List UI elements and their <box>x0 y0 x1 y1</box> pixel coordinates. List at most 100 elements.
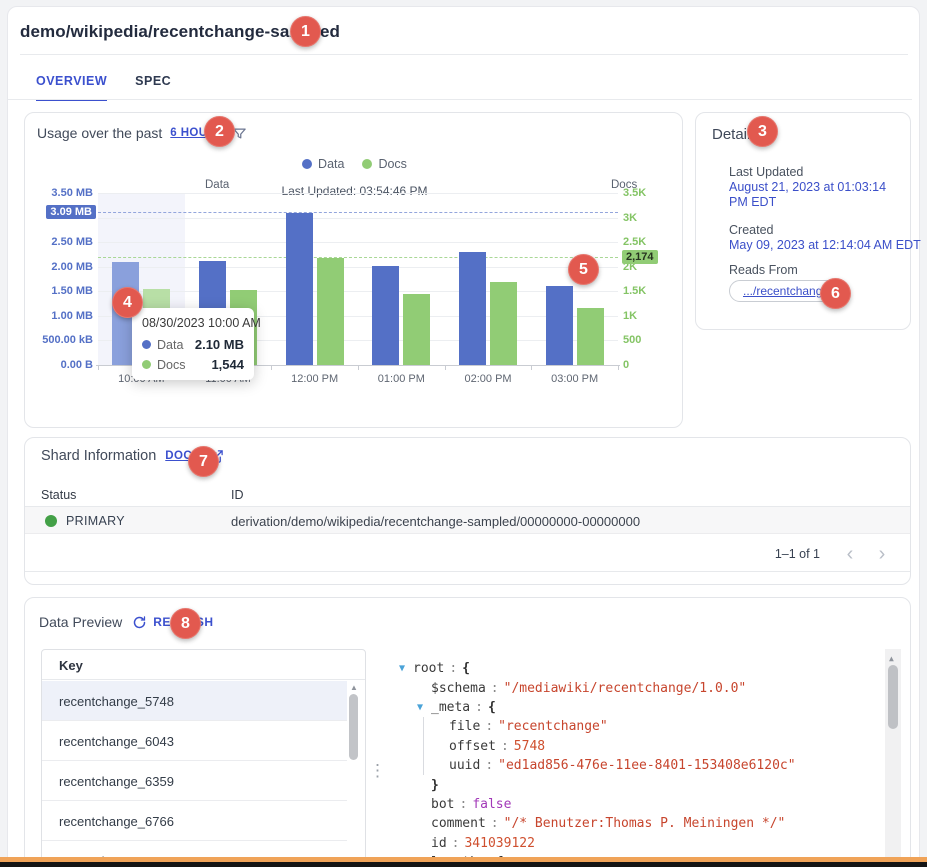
json-key: bot <box>431 797 454 812</box>
shard-title: Shard Information <box>41 448 156 464</box>
annotation-badge-4: 4 <box>112 287 143 318</box>
bar-data-4[interactable] <box>372 266 399 365</box>
tooltip-series-label: Data <box>157 338 183 352</box>
x-axis-tick <box>618 365 619 370</box>
json-value-string: "recentchange" <box>498 719 608 734</box>
key-row[interactable]: recentchange_6043 <box>42 721 347 761</box>
key-column-header: Key <box>59 658 83 673</box>
json-value-number: 5748 <box>514 739 545 754</box>
preview-title: Data Preview <box>39 614 122 630</box>
right-axis-tick: 1K <box>623 310 637 322</box>
key-label: recentchange_5748 <box>59 694 174 709</box>
annotation-badge-8: 8 <box>170 608 201 639</box>
scroll-up-icon[interactable]: ▲ <box>350 683 358 692</box>
collapse-arrow-icon[interactable]: ▼ <box>417 702 431 713</box>
key-list-scrollbar[interactable] <box>349 694 358 760</box>
left-axis-tick: 0.00 B <box>33 359 93 371</box>
bar-docs-4[interactable] <box>403 294 430 365</box>
chart-tooltip: 08/30/2023 10:00 AM Data2.10 MBDocs1,544 <box>132 308 254 380</box>
json-colon: : <box>444 661 462 676</box>
key-label: recentchange_6766 <box>59 814 174 829</box>
column-header-status: Status <box>41 488 76 502</box>
chart-tooltip-rows: Data 2.10 MB Docs 1,544 <box>142 337 244 372</box>
tooltip-series-dot <box>142 340 151 349</box>
shard-id: derivation/demo/wikipedia/recentchange-s… <box>231 514 640 529</box>
tooltip-series-dot <box>142 360 151 369</box>
json-key: comment <box>431 816 486 831</box>
annotation-badge-3: 3 <box>747 116 778 147</box>
left-axis-tick: 3.50 MB <box>33 187 93 199</box>
key-row[interactable]: recentchange_5748 <box>42 681 347 721</box>
bar-data-5[interactable] <box>459 252 486 365</box>
bar-data-6[interactable] <box>546 286 573 365</box>
json-colon: : <box>480 719 498 734</box>
json-close-brace: } <box>431 778 439 793</box>
created-value: May 09, 2023 at 12:14:04 AM EDT <box>729 238 921 253</box>
docs-marker-chip: 2,174 <box>622 250 658 264</box>
details-card: Details Last Updated August 21, 2023 at … <box>695 112 911 330</box>
json-key: _meta <box>431 700 470 715</box>
json-indent-guide <box>423 717 424 736</box>
tooltip-series-value: 1,544 <box>211 357 244 372</box>
annotation-badge-5: 5 <box>568 254 599 285</box>
json-value-boolean: false <box>472 797 511 812</box>
json-colon: : <box>486 681 504 696</box>
json-tree: ▼root:{$schema:"/mediawiki/recentchange/… <box>393 659 877 867</box>
tabs-divider <box>8 99 912 100</box>
left-axis-tick: 500.00 kB <box>33 334 93 346</box>
key-label: recentchange_6359 <box>59 774 174 789</box>
page: demo/wikipedia/recentchange-sampled OVER… <box>0 0 927 867</box>
json-line: file:"recentchange" <box>393 717 877 736</box>
x-axis-tick <box>531 365 532 370</box>
annotation-badge-2: 2 <box>204 116 235 147</box>
json-indent-guide <box>423 756 424 775</box>
docs-marker-line <box>98 257 618 258</box>
tooltip-row: Docs 1,544 <box>142 357 244 372</box>
scroll-up-icon[interactable]: ▲ <box>889 654 894 663</box>
gridline <box>98 218 618 219</box>
key-row[interactable]: recentchange_6359 <box>42 761 347 801</box>
last-updated-label: Last Updated <box>729 165 803 179</box>
json-line: ▼_meta:{ <box>393 698 877 717</box>
json-scrollbar[interactable]: ▲ <box>885 649 901 867</box>
bar-docs-5[interactable] <box>490 282 517 366</box>
tab-bar: OVERVIEW SPEC <box>36 74 171 101</box>
json-line: comment:"/* Benutzer:Thomas P. Meiningen… <box>393 814 877 833</box>
tooltip-series-label: Docs <box>157 358 185 372</box>
right-axis-tick: 3.5K <box>623 187 646 199</box>
previous-page-icon[interactable]: ‹ <box>836 540 864 568</box>
annotation-badge-1: 1 <box>290 16 321 47</box>
bar-docs-6[interactable] <box>577 308 604 366</box>
right-axis-tick: 3K <box>623 212 637 224</box>
tooltip-series-value: 2.10 MB <box>195 337 244 352</box>
json-colon: : <box>496 739 514 754</box>
x-axis-label: 01:00 PM <box>358 373 445 385</box>
screenshot-edge-black <box>0 862 927 867</box>
reads-from-label: Reads From <box>729 263 798 277</box>
bar-docs-3[interactable] <box>317 258 344 365</box>
json-indent-guide <box>423 737 424 756</box>
collapse-arrow-icon[interactable]: ▼ <box>399 663 413 674</box>
x-axis-tick <box>271 365 272 370</box>
json-line: id:341039122 <box>393 834 877 853</box>
pagination-label: 1–1 of 1 <box>775 547 820 561</box>
json-scroll-thumb[interactable] <box>888 665 898 729</box>
gridline <box>98 193 618 194</box>
json-key: file <box>449 719 480 734</box>
panel-resize-handle[interactable]: ⋮ <box>369 766 386 775</box>
shard-card: Shard Information DOCS Status ID PRIMARY… <box>24 437 911 585</box>
json-key: $schema <box>431 681 486 696</box>
refresh-icon <box>132 615 147 630</box>
tab-spec[interactable]: SPEC <box>135 74 171 101</box>
bar-data-3[interactable] <box>286 213 313 365</box>
json-value-string: "/* Benutzer:Thomas P. Meiningen */" <box>504 816 786 831</box>
key-label: recentchange_6043 <box>59 734 174 749</box>
key-row[interactable]: recentchange_6766 <box>42 801 347 841</box>
json-colon: : <box>470 700 488 715</box>
data-preview-card: Data Preview REFRESH Key recentchange_57… <box>24 597 911 867</box>
json-value-string: "/mediawiki/recentchange/1.0.0" <box>504 681 747 696</box>
tab-overview[interactable]: OVERVIEW <box>36 74 107 101</box>
annotation-badge-6: 6 <box>820 278 851 309</box>
json-line: $schema:"/mediawiki/recentchange/1.0.0" <box>393 678 877 697</box>
next-page-icon[interactable]: › <box>868 540 896 568</box>
